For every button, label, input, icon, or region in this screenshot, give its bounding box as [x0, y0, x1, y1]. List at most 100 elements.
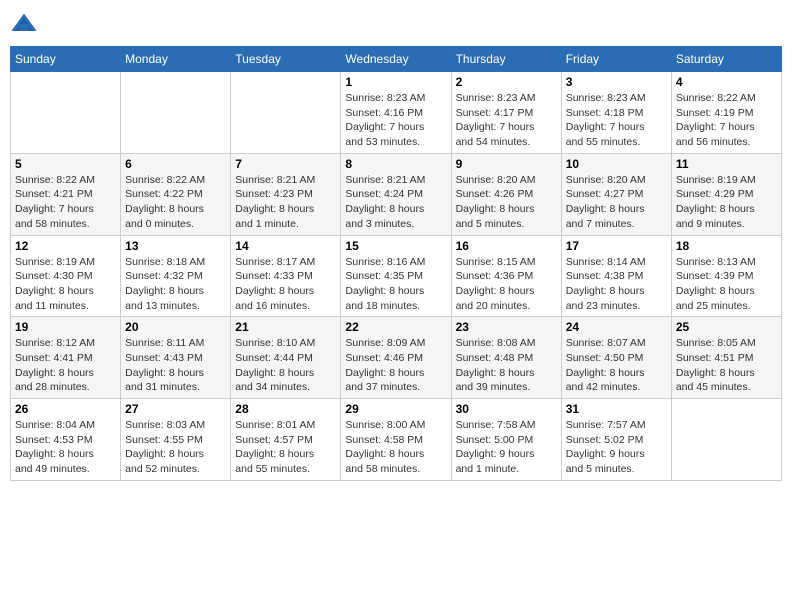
day-info: Sunrise: 8:16 AM Sunset: 4:35 PM Dayligh… [345, 255, 446, 314]
day-info: Sunrise: 8:18 AM Sunset: 4:32 PM Dayligh… [125, 255, 226, 314]
calendar-cell [121, 72, 231, 154]
day-number: 15 [345, 239, 446, 253]
calendar-cell: 2Sunrise: 8:23 AM Sunset: 4:17 PM Daylig… [451, 72, 561, 154]
calendar-cell: 16 Sunrise: 8:15 AM Sunset: 4:36 PM Dayli… [451, 235, 561, 317]
calendar-cell: 23 Sunrise: 8:08 AM Sunset: 4:48 PM Dayli… [451, 317, 561, 399]
day-number: 10 [566, 157, 667, 171]
calendar-cell: 15 Sunrise: 8:16 AM Sunset: 4:35 PM Dayli… [341, 235, 451, 317]
week-row-1: 5 Sunrise: 8:22 AM Sunset: 4:21 PM Daylig… [11, 153, 782, 235]
day-info: Sunrise: 8:19 AM Sunset: 4:29 PM Dayligh… [676, 173, 777, 232]
logo [10, 10, 42, 38]
day-number: 4 [676, 75, 777, 89]
week-row-2: 12Sunrise: 8:19 AM Sunset: 4:30 PM Dayli… [11, 235, 782, 317]
day-number: 6 [125, 157, 226, 171]
calendar-cell: 1 Sunrise: 8:23 AM Sunset: 4:16 PM Daylig… [341, 72, 451, 154]
week-row-0: 1 Sunrise: 8:23 AM Sunset: 4:16 PM Daylig… [11, 72, 782, 154]
calendar-cell: 8 Sunrise: 8:21 AM Sunset: 4:24 PM Daylig… [341, 153, 451, 235]
weekday-header-tuesday: Tuesday [231, 47, 341, 72]
day-info: Sunrise: 8:08 AM Sunset: 4:48 PM Dayligh… [456, 336, 557, 395]
day-number: 22 [345, 320, 446, 334]
day-number: 11 [676, 157, 777, 171]
day-info: Sunrise: 8:07 AM Sunset: 4:50 PM Dayligh… [566, 336, 667, 395]
calendar-cell: 18 Sunrise: 8:13 AM Sunset: 4:39 PM Dayli… [671, 235, 781, 317]
day-info: Sunrise: 8:22 AM Sunset: 4:22 PM Dayligh… [125, 173, 226, 232]
calendar-cell: 25 Sunrise: 8:05 AM Sunset: 4:51 PM Dayli… [671, 317, 781, 399]
week-row-3: 19Sunrise: 8:12 AM Sunset: 4:41 PM Dayli… [11, 317, 782, 399]
day-info: Sunrise: 8:21 AM Sunset: 4:24 PM Dayligh… [345, 173, 446, 232]
day-info: Sunrise: 8:20 AM Sunset: 4:26 PM Dayligh… [456, 173, 557, 232]
day-info: Sunrise: 8:20 AM Sunset: 4:27 PM Dayligh… [566, 173, 667, 232]
weekday-header-row: SundayMondayTuesdayWednesdayThursdayFrid… [11, 47, 782, 72]
day-number: 27 [125, 402, 226, 416]
calendar-cell: 4 Sunrise: 8:22 AM Sunset: 4:19 PM Daylig… [671, 72, 781, 154]
page: SundayMondayTuesdayWednesdayThursdayFrid… [0, 0, 792, 612]
calendar-cell: 26Sunrise: 8:04 AM Sunset: 4:53 PM Dayli… [11, 399, 121, 481]
day-info: Sunrise: 7:58 AM Sunset: 5:00 PM Dayligh… [456, 418, 557, 477]
calendar-cell [671, 399, 781, 481]
day-number: 20 [125, 320, 226, 334]
calendar-cell: 17 Sunrise: 8:14 AM Sunset: 4:38 PM Dayli… [561, 235, 671, 317]
day-number: 3 [566, 75, 667, 89]
day-number: 28 [235, 402, 336, 416]
day-info: Sunrise: 8:14 AM Sunset: 4:38 PM Dayligh… [566, 255, 667, 314]
calendar-cell: 21 Sunrise: 8:10 AM Sunset: 4:44 PM Dayli… [231, 317, 341, 399]
logo-icon [10, 10, 38, 38]
day-number: 31 [566, 402, 667, 416]
calendar-cell: 13 Sunrise: 8:18 AM Sunset: 4:32 PM Dayli… [121, 235, 231, 317]
calendar: SundayMondayTuesdayWednesdayThursdayFrid… [10, 46, 782, 481]
day-number: 21 [235, 320, 336, 334]
day-number: 5 [15, 157, 116, 171]
calendar-cell: 22Sunrise: 8:09 AM Sunset: 4:46 PM Dayli… [341, 317, 451, 399]
calendar-cell: 30 Sunrise: 7:58 AM Sunset: 5:00 PM Dayli… [451, 399, 561, 481]
calendar-cell: 27Sunrise: 8:03 AM Sunset: 4:55 PM Dayli… [121, 399, 231, 481]
day-number: 26 [15, 402, 116, 416]
day-info: Sunrise: 8:15 AM Sunset: 4:36 PM Dayligh… [456, 255, 557, 314]
day-info: Sunrise: 8:22 AM Sunset: 4:21 PM Dayligh… [15, 173, 116, 232]
calendar-cell: 6 Sunrise: 8:22 AM Sunset: 4:22 PM Daylig… [121, 153, 231, 235]
calendar-cell: 11 Sunrise: 8:19 AM Sunset: 4:29 PM Dayli… [671, 153, 781, 235]
day-number: 13 [125, 239, 226, 253]
calendar-cell: 7 Sunrise: 8:21 AM Sunset: 4:23 PM Daylig… [231, 153, 341, 235]
day-info: Sunrise: 8:21 AM Sunset: 4:23 PM Dayligh… [235, 173, 336, 232]
day-info: Sunrise: 8:22 AM Sunset: 4:19 PM Dayligh… [676, 91, 777, 150]
day-info: Sunrise: 8:23 AM Sunset: 4:18 PM Dayligh… [566, 91, 667, 150]
day-number: 17 [566, 239, 667, 253]
calendar-cell: 31 Sunrise: 7:57 AM Sunset: 5:02 PM Dayli… [561, 399, 671, 481]
day-info: Sunrise: 8:10 AM Sunset: 4:44 PM Dayligh… [235, 336, 336, 395]
day-info: Sunrise: 8:17 AM Sunset: 4:33 PM Dayligh… [235, 255, 336, 314]
day-number: 7 [235, 157, 336, 171]
calendar-cell: 10 Sunrise: 8:20 AM Sunset: 4:27 PM Dayli… [561, 153, 671, 235]
weekday-header-wednesday: Wednesday [341, 47, 451, 72]
day-info: Sunrise: 8:05 AM Sunset: 4:51 PM Dayligh… [676, 336, 777, 395]
day-number: 23 [456, 320, 557, 334]
day-info: Sunrise: 7:57 AM Sunset: 5:02 PM Dayligh… [566, 418, 667, 477]
day-number: 1 [345, 75, 446, 89]
calendar-cell: 19Sunrise: 8:12 AM Sunset: 4:41 PM Dayli… [11, 317, 121, 399]
day-number: 30 [456, 402, 557, 416]
day-number: 8 [345, 157, 446, 171]
calendar-cell: 12Sunrise: 8:19 AM Sunset: 4:30 PM Dayli… [11, 235, 121, 317]
calendar-cell: 5 Sunrise: 8:22 AM Sunset: 4:21 PM Daylig… [11, 153, 121, 235]
day-number: 16 [456, 239, 557, 253]
day-info: Sunrise: 8:00 AM Sunset: 4:58 PM Dayligh… [345, 418, 446, 477]
calendar-cell: 20Sunrise: 8:11 AM Sunset: 4:43 PM Dayli… [121, 317, 231, 399]
day-number: 25 [676, 320, 777, 334]
header [10, 10, 782, 38]
calendar-cell: 29Sunrise: 8:00 AM Sunset: 4:58 PM Dayli… [341, 399, 451, 481]
weekday-header-thursday: Thursday [451, 47, 561, 72]
day-number: 18 [676, 239, 777, 253]
day-number: 2 [456, 75, 557, 89]
weekday-header-sunday: Sunday [11, 47, 121, 72]
day-info: Sunrise: 8:12 AM Sunset: 4:41 PM Dayligh… [15, 336, 116, 395]
calendar-cell [231, 72, 341, 154]
calendar-cell: 3 Sunrise: 8:23 AM Sunset: 4:18 PM Daylig… [561, 72, 671, 154]
day-info: Sunrise: 8:13 AM Sunset: 4:39 PM Dayligh… [676, 255, 777, 314]
day-info: Sunrise: 8:23 AM Sunset: 4:16 PM Dayligh… [345, 91, 446, 150]
weekday-header-friday: Friday [561, 47, 671, 72]
weekday-header-saturday: Saturday [671, 47, 781, 72]
day-number: 14 [235, 239, 336, 253]
calendar-cell [11, 72, 121, 154]
calendar-cell: 28 Sunrise: 8:01 AM Sunset: 4:57 PM Dayli… [231, 399, 341, 481]
day-info: Sunrise: 8:01 AM Sunset: 4:57 PM Dayligh… [235, 418, 336, 477]
calendar-cell: 14 Sunrise: 8:17 AM Sunset: 4:33 PM Dayli… [231, 235, 341, 317]
